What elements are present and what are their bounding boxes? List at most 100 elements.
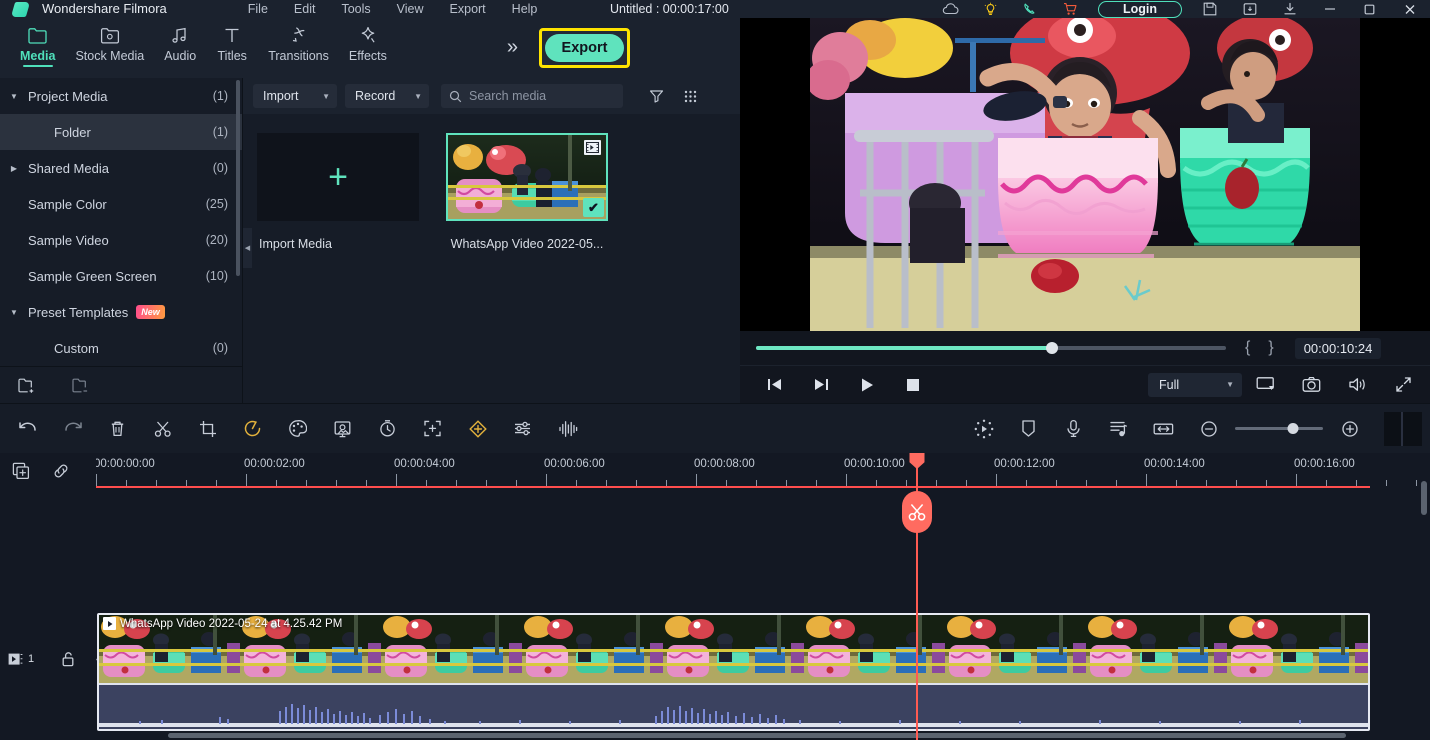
adjust-sliders-icon[interactable] <box>500 404 545 454</box>
lightbulb-icon[interactable] <box>970 0 1010 18</box>
green-screen-icon[interactable] <box>320 404 365 454</box>
tab-transitions-label: Transitions <box>268 49 329 63</box>
download-icon[interactable] <box>1270 0 1310 18</box>
unlock-icon[interactable] <box>61 651 75 667</box>
search-media-box[interactable] <box>441 84 623 108</box>
timeline-vertical-scrollbar[interactable] <box>1421 481 1427 515</box>
color-palette-icon[interactable] <box>275 404 320 454</box>
play-button[interactable] <box>844 366 890 404</box>
tab-media[interactable]: Media <box>10 18 65 76</box>
audio-mixer-icon[interactable] <box>1096 404 1141 454</box>
grid-view-icon[interactable] <box>677 84 703 108</box>
ruler-label: 00:00:12:00 <box>994 458 1055 470</box>
sidebar-item-custom[interactable]: Custom (0) <box>0 330 242 366</box>
seek-handle[interactable] <box>1046 342 1059 354</box>
audio-waveform-icon[interactable] <box>545 404 590 454</box>
zoom-out-icon[interactable] <box>1186 404 1231 454</box>
keyframe-icon[interactable] <box>455 404 500 454</box>
menu-view[interactable]: View <box>384 0 437 18</box>
seek-slider[interactable] <box>756 342 1226 354</box>
timeline-zoom-handle[interactable] <box>1287 423 1299 434</box>
ruler-tick <box>1296 474 1297 486</box>
fullscreen-icon[interactable] <box>1380 366 1426 404</box>
voiceover-icon[interactable] <box>1051 404 1096 454</box>
crop-icon[interactable] <box>185 404 230 454</box>
add-track-icon[interactable] <box>12 462 30 480</box>
text-t-icon <box>223 24 241 46</box>
import-dropdown[interactable]: Import ▼ <box>253 84 337 108</box>
maximize-icon[interactable] <box>1350 0 1390 18</box>
chevron-down-icon[interactable]: ▼ <box>0 92 28 101</box>
sidebar-item-shared-media[interactable]: ▶ Shared Media (0) <box>0 150 242 186</box>
update-icon[interactable] <box>1230 0 1270 18</box>
link-icon[interactable] <box>52 462 70 480</box>
timeline-clip[interactable]: WhatsApp Video 2022-05-24 at 4.25.42 PM <box>97 613 1370 731</box>
tab-effects[interactable]: Effects <box>339 18 397 76</box>
stop-button[interactable] <box>890 366 936 404</box>
timeline-horizontal-scrollbar[interactable] <box>168 733 1346 738</box>
sidebar-item-sample-green-screen[interactable]: Sample Green Screen (10) <box>0 258 242 294</box>
close-icon[interactable] <box>1390 0 1430 18</box>
zoom-in-icon[interactable] <box>1327 404 1372 454</box>
minimize-icon[interactable] <box>1310 0 1350 18</box>
split-scissors-icon[interactable] <box>140 404 185 454</box>
menu-file[interactable]: File <box>235 0 281 18</box>
menu-edit[interactable]: Edit <box>281 0 329 18</box>
ruler-tick <box>546 474 547 486</box>
redo-icon[interactable] <box>50 404 95 454</box>
snapshot-screen-icon[interactable] <box>1242 366 1288 404</box>
quality-dropdown[interactable]: Full ▼ <box>1148 372 1242 397</box>
fit-timeline-icon[interactable] <box>1141 404 1186 454</box>
sidebar-item-label: Project Media <box>28 88 108 104</box>
media-thumbnail[interactable]: ✔ <box>446 133 608 221</box>
auto-reframe-icon[interactable] <box>410 404 455 454</box>
scissors-icon[interactable] <box>902 491 932 533</box>
render-bar-icon[interactable] <box>1384 411 1422 446</box>
menu-export[interactable]: Export <box>437 0 499 18</box>
panel-collapse-handle[interactable]: ◀ <box>243 228 252 268</box>
tab-titles[interactable]: Titles <box>206 18 258 76</box>
marker-icon[interactable] <box>1006 404 1051 454</box>
remove-folder-icon[interactable] <box>71 377 90 394</box>
freeze-frame-icon[interactable] <box>365 404 410 454</box>
save-icon[interactable] <box>1190 0 1230 18</box>
filter-funnel-icon[interactable] <box>643 84 669 108</box>
sidebar-item-project-media[interactable]: ▼ Project Media (1) <box>0 78 242 114</box>
phone-icon[interactable] <box>1010 0 1050 18</box>
chevron-right-icon[interactable]: ▶ <box>0 164 28 173</box>
sidebar-item-preset-templates[interactable]: ▼ Preset Templates New <box>0 294 242 330</box>
prev-frame-button[interactable] <box>752 366 798 404</box>
chevron-down-icon[interactable]: ▼ <box>0 308 28 317</box>
sidebar-scrollbar[interactable] <box>236 80 240 276</box>
timeline-ruler[interactable]: 00:00:00:00 00:00:02:00 00:00:04:00 00:00:0… <box>96 453 1430 489</box>
mark-out-button[interactable]: } <box>1259 339 1282 357</box>
playhead[interactable] <box>902 453 932 533</box>
cloud-icon[interactable] <box>930 0 970 18</box>
undo-icon[interactable] <box>5 404 50 454</box>
menu-help[interactable]: Help <box>499 0 551 18</box>
tab-stock-media[interactable]: Stock Media <box>65 18 154 76</box>
tab-transitions[interactable]: Transitions <box>258 18 339 76</box>
new-folder-icon[interactable] <box>18 377 37 394</box>
mark-in-button[interactable]: { <box>1236 339 1259 357</box>
more-tabs-chevron-icon[interactable]: » <box>507 36 518 59</box>
import-media-tile[interactable]: + <box>257 133 419 221</box>
login-button[interactable]: Login <box>1098 0 1182 18</box>
sidebar-item-sample-video[interactable]: Sample Video (20) <box>0 222 242 258</box>
next-frame-button[interactable] <box>798 366 844 404</box>
render-preview-icon[interactable] <box>961 404 1006 454</box>
delete-icon[interactable] <box>95 404 140 454</box>
speed-icon[interactable] <box>230 404 275 454</box>
camera-icon[interactable] <box>1288 366 1334 404</box>
sidebar-item-sample-color[interactable]: Sample Color (25) <box>0 186 242 222</box>
cart-icon[interactable] <box>1050 0 1090 18</box>
timeline-zoom-slider[interactable] <box>1235 423 1323 434</box>
volume-icon[interactable] <box>1334 366 1380 404</box>
search-input[interactable] <box>469 89 615 103</box>
record-dropdown[interactable]: Record ▼ <box>345 84 429 108</box>
sidebar-item-folder[interactable]: Folder (1) <box>0 114 242 150</box>
tab-audio[interactable]: Audio <box>154 18 206 76</box>
menu-tools[interactable]: Tools <box>328 0 383 18</box>
export-button[interactable]: Export <box>545 34 624 62</box>
video-canvas[interactable] <box>740 18 1430 331</box>
